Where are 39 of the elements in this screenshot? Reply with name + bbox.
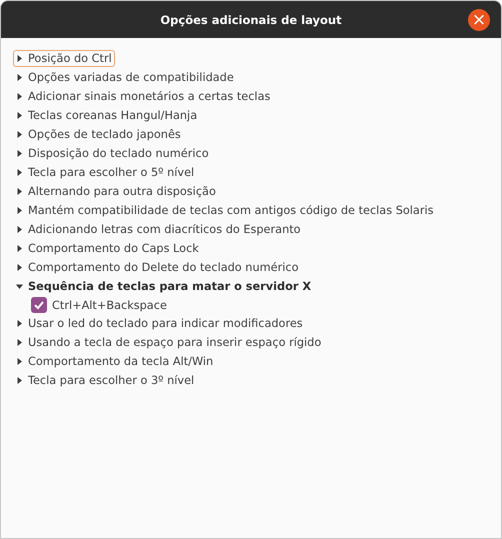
expand-triangle-icon — [16, 339, 23, 346]
checkbox[interactable] — [31, 297, 47, 313]
expand-triangle-icon — [16, 207, 23, 214]
tree-item[interactable]: Tecla para escolher o 5º nível — [13, 164, 198, 181]
close-button[interactable]: × — [468, 9, 490, 31]
expand-triangle-icon — [16, 150, 23, 157]
window-title: Opções adicionais de layout — [160, 12, 342, 26]
expand-triangle-icon — [16, 112, 23, 119]
expand-triangle-icon — [16, 169, 23, 176]
expand-triangle-icon — [16, 74, 23, 81]
tree-item[interactable]: Adicionar sinais monetários a certas teclas — [13, 88, 274, 105]
tree-item[interactable]: Alternando para outra disposição — [13, 183, 219, 200]
expand-triangle-icon — [16, 320, 23, 327]
tree-item[interactable]: Comportamento do Delete do teclado numérico — [13, 259, 302, 276]
expand-triangle-icon — [16, 93, 23, 100]
tree-item[interactable]: Posição do Ctrl — [13, 50, 115, 67]
tree-item[interactable]: Opções de teclado japonês — [13, 126, 184, 143]
tree-item[interactable]: Adicionando letras com diacríticos do Esperanto — [13, 221, 304, 238]
tree-item[interactable]: Comportamento da tecla Alt/Win — [13, 353, 216, 370]
tree-item[interactable]: Teclas coreanas Hangul/Hanja — [13, 107, 200, 124]
tree-item[interactable]: Tecla para escolher o 3º nível — [13, 372, 198, 389]
tree-item[interactable]: Mantém compatibilidade de teclas com antigos código de teclas Solaris — [13, 202, 437, 219]
tree-item[interactable]: Usando a tecla de espaço para inserir espaço rígido — [13, 334, 324, 351]
collapse-triangle-icon — [16, 283, 23, 290]
tree-item[interactable]: Opções variadas de compatibilidade — [13, 69, 237, 86]
expand-triangle-icon — [16, 245, 23, 252]
tree-item[interactable]: Sequência de teclas para matar o servidor X — [13, 278, 314, 295]
tree-item[interactable]: Disposição do teclado numérico — [13, 145, 212, 162]
check-icon — [33, 299, 45, 311]
expand-triangle-icon — [16, 264, 23, 271]
checkbox-label: Ctrl+Alt+Backspace — [52, 298, 167, 312]
expand-triangle-icon — [16, 131, 23, 138]
expand-triangle-icon — [16, 188, 23, 195]
tree-item[interactable]: Comportamento do Caps Lock — [13, 240, 202, 257]
expand-triangle-icon — [16, 358, 23, 365]
expand-triangle-icon — [16, 377, 23, 384]
expand-triangle-icon — [16, 226, 23, 233]
expand-triangle-icon — [16, 55, 23, 62]
tree-item[interactable]: Usar o led do teclado para indicar modificadores — [13, 315, 306, 332]
